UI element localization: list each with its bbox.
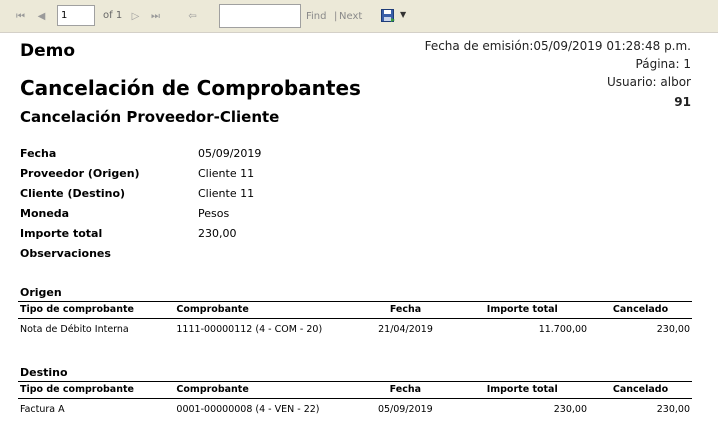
field-label-fecha: Fecha bbox=[20, 147, 57, 160]
destino-table: Tipo de comprobante Comprobante Fecha Im… bbox=[18, 381, 692, 420]
col-header-cancelado: Cancelado bbox=[589, 381, 692, 399]
page-number-input[interactable] bbox=[57, 5, 95, 26]
next-link[interactable]: Next bbox=[339, 11, 362, 22]
cell-cancelado: 230,00 bbox=[656, 404, 690, 415]
table-header-row: Tipo de comprobante Comprobante Fecha Im… bbox=[18, 381, 692, 399]
col-header-fecha: Fecha bbox=[355, 381, 456, 399]
company-name: Demo bbox=[20, 41, 76, 61]
cell-cancelado: 230,00 bbox=[656, 324, 690, 335]
origen-table: Tipo de comprobante Comprobante Fecha Im… bbox=[18, 301, 692, 340]
user-label: Usuario: albor bbox=[606, 75, 691, 89]
table-row: Factura A 0001-00000008 (4 - VEN - 22) 0… bbox=[18, 399, 692, 421]
table-row: Nota de Débito Interna 1111-00000112 (4 … bbox=[18, 319, 692, 341]
find-link[interactable]: Find bbox=[306, 11, 327, 22]
back-to-parent-icon[interactable]: ⇦ bbox=[186, 10, 199, 23]
next-page-icon[interactable]: ▷ bbox=[129, 10, 142, 23]
field-value-fecha: 05/09/2019 bbox=[198, 147, 262, 160]
field-value-importe: 230,00 bbox=[198, 227, 237, 240]
col-header-tipo: Tipo de comprobante bbox=[18, 301, 175, 319]
emission-date: Fecha de emisión:05/09/2019 01:28:48 p.m… bbox=[424, 39, 691, 53]
field-value-proveedor: Cliente 11 bbox=[198, 167, 255, 180]
col-header-cancelado: Cancelado bbox=[589, 301, 692, 319]
report-toolbar: ⏮ ◀ of 1 ▷ ⏭ ⇦ Find | Next ▼ bbox=[0, 0, 718, 33]
field-value-cliente: Cliente 11 bbox=[198, 187, 255, 200]
cell-fecha: 21/04/2019 bbox=[378, 324, 433, 335]
export-save-icon[interactable] bbox=[381, 9, 396, 23]
report-body: Demo Cancelación de Comprobantes Cancela… bbox=[0, 33, 718, 444]
col-header-importe: Importe total bbox=[455, 381, 589, 399]
field-label-observaciones: Observaciones bbox=[20, 247, 111, 260]
table-header-row: Tipo de comprobante Comprobante Fecha Im… bbox=[18, 301, 692, 319]
col-header-tipo: Tipo de comprobante bbox=[18, 381, 175, 399]
document-number: 91 bbox=[674, 95, 691, 109]
last-page-icon[interactable]: ⏭ bbox=[149, 10, 162, 23]
col-header-comprobante: Comprobante bbox=[174, 301, 356, 319]
page-indicator: Página: 1 bbox=[635, 57, 691, 71]
col-header-importe: Importe total bbox=[455, 301, 590, 319]
cell-importe: 230,00 bbox=[553, 404, 587, 415]
field-label-moneda: Moneda bbox=[20, 207, 70, 220]
first-page-icon[interactable]: ⏮ bbox=[14, 10, 27, 23]
cell-comprobante: 0001-00000008 (4 - VEN - 22) bbox=[176, 404, 320, 415]
field-label-importe: Importe total bbox=[20, 227, 103, 240]
cell-comprobante: 1111-00000112 (4 - COM - 20) bbox=[176, 324, 323, 335]
page-count-label: of 1 bbox=[103, 10, 123, 21]
section-title-origen: Origen bbox=[20, 286, 62, 299]
field-label-cliente: Cliente (Destino) bbox=[20, 187, 126, 200]
section-title-destino: Destino bbox=[20, 366, 68, 379]
previous-page-icon[interactable]: ◀ bbox=[35, 10, 48, 23]
report-title: Cancelación de Comprobantes bbox=[20, 76, 361, 100]
export-dropdown-icon[interactable]: ▼ bbox=[400, 10, 406, 19]
col-header-comprobante: Comprobante bbox=[174, 381, 356, 399]
field-value-moneda: Pesos bbox=[198, 207, 230, 220]
report-meta: Fecha de emisión:05/09/2019 01:28:48 p.m… bbox=[425, 37, 691, 111]
cell-tipo: Nota de Débito Interna bbox=[20, 324, 129, 335]
cell-tipo: Factura A bbox=[20, 404, 65, 415]
cell-importe: 11.700,00 bbox=[538, 324, 588, 335]
col-header-fecha: Fecha bbox=[355, 301, 456, 319]
find-input[interactable] bbox=[219, 4, 301, 28]
report-subtitle: Cancelación Proveedor-Cliente bbox=[20, 108, 280, 126]
toolbar-separator: | bbox=[334, 11, 338, 22]
field-label-proveedor: Proveedor (Origen) bbox=[20, 167, 140, 180]
cell-fecha: 05/09/2019 bbox=[377, 404, 433, 415]
